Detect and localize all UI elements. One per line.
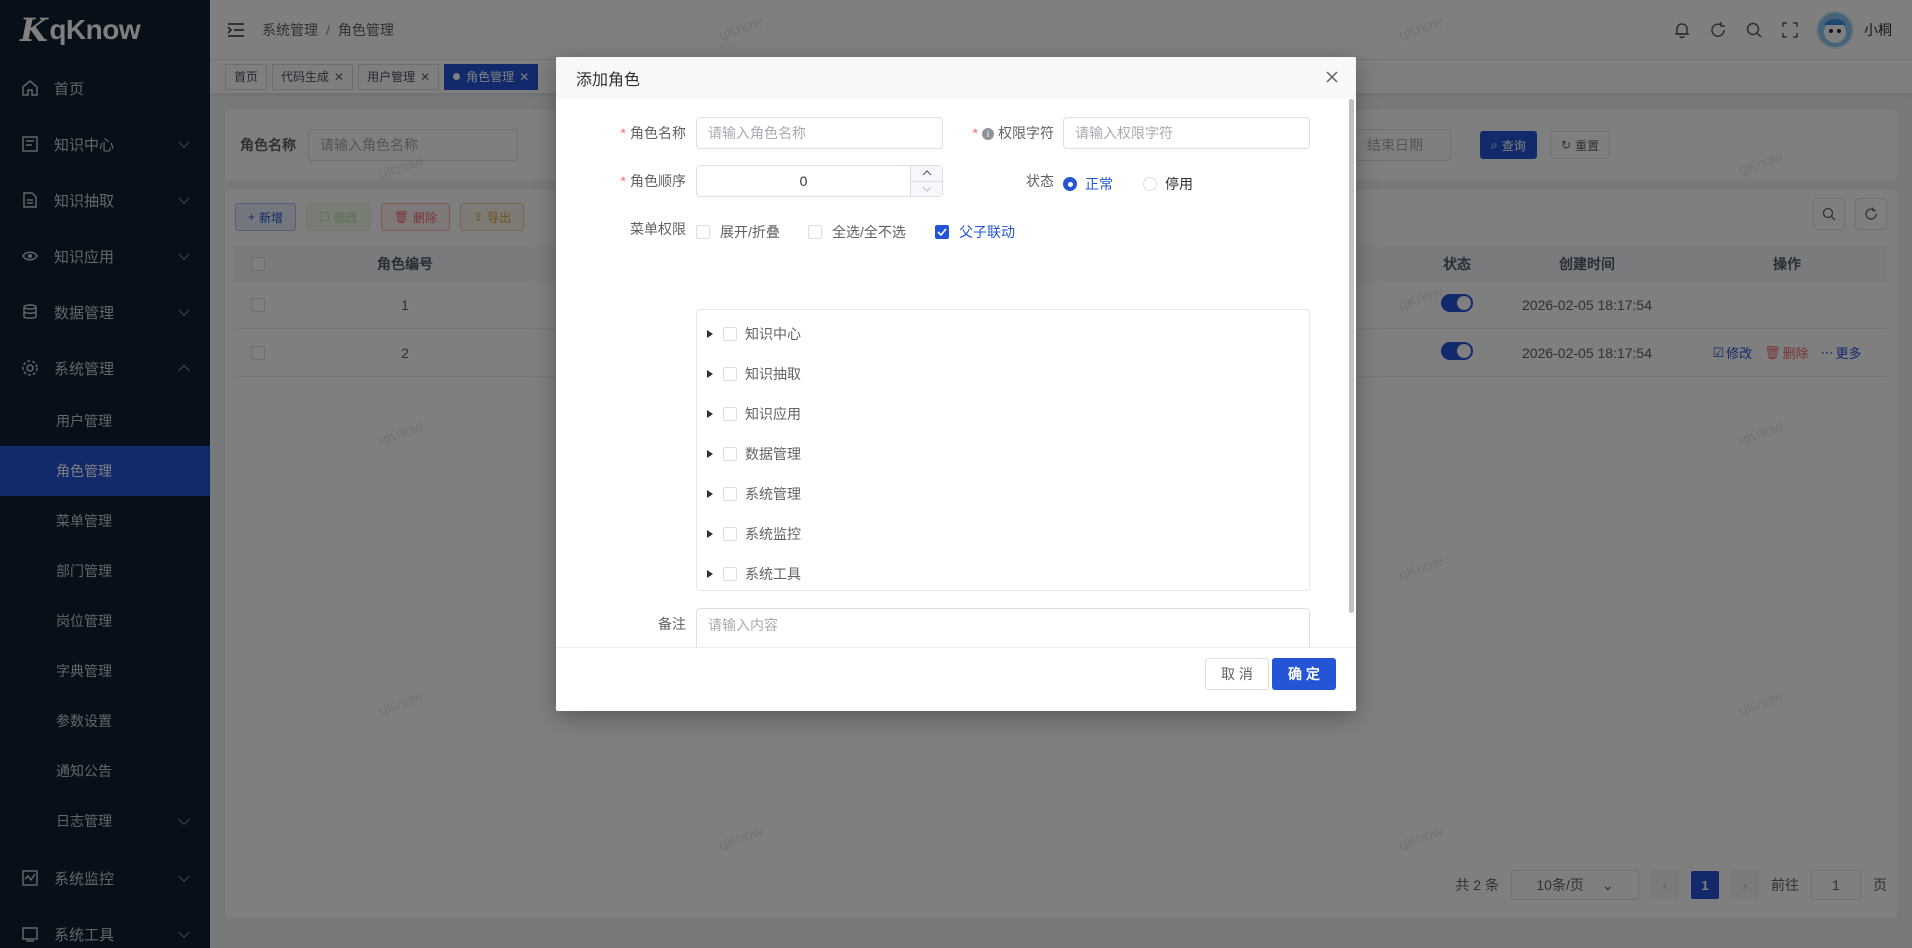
caret-right-icon[interactable] xyxy=(707,410,713,418)
tree-node[interactable]: 系统工具 xyxy=(697,554,1309,594)
tree-checkbox[interactable] xyxy=(723,367,737,381)
radio-indicator xyxy=(1143,177,1157,191)
tree-checkbox[interactable] xyxy=(723,447,737,461)
close-icon[interactable] xyxy=(1324,69,1340,85)
status-normal-radio[interactable]: 正常 xyxy=(1063,174,1113,194)
caret-right-icon[interactable] xyxy=(707,370,713,378)
cancel-button[interactable]: 取 消 xyxy=(1205,658,1269,690)
caret-right-icon[interactable] xyxy=(707,570,713,578)
select-all-checkbox[interactable]: 全选/全不选 xyxy=(808,222,906,242)
menu-perm-label: 菜单权限 xyxy=(630,221,686,237)
checkbox-label: 展开/折叠 xyxy=(720,224,780,240)
tree-node[interactable]: 系统管理 xyxy=(697,474,1309,514)
tree-checkbox[interactable] xyxy=(723,567,737,581)
caret-right-icon[interactable] xyxy=(707,490,713,498)
expand-collapse-checkbox[interactable]: 展开/折叠 xyxy=(696,222,780,242)
dialog-scrollbar[interactable] xyxy=(1349,99,1354,613)
parent-child-linkage-checkbox[interactable]: 父子联动 xyxy=(935,222,1015,242)
radio-indicator xyxy=(1063,177,1077,191)
tree-node[interactable]: 知识应用 xyxy=(697,394,1309,434)
status-label: 状态 xyxy=(1026,173,1054,189)
dialog-title: 添加角色 xyxy=(576,72,641,89)
increase-button[interactable] xyxy=(911,166,942,181)
role-order-stepper[interactable]: 0 xyxy=(696,165,943,197)
chevron-up-icon xyxy=(922,170,931,176)
label-text: 权限字符 xyxy=(998,125,1054,141)
tree-node[interactable]: 数据管理 xyxy=(697,434,1309,474)
radio-label: 正常 xyxy=(1085,176,1113,192)
decrease-button[interactable] xyxy=(911,180,942,196)
role-order-value[interactable]: 0 xyxy=(697,166,910,196)
tree-node[interactable]: 知识抽取 xyxy=(697,354,1309,394)
tree-checkbox[interactable] xyxy=(723,407,737,421)
menu-tree: 知识中心 知识抽取 知识应用 数据管理 系统管理 系统监控 系统工具 xyxy=(696,309,1310,591)
dialog-header: 添加角色 xyxy=(556,57,1356,99)
required-mark: * xyxy=(620,173,626,189)
dialog-footer: 取 消 确 定 xyxy=(556,647,1356,711)
tree-checkbox[interactable] xyxy=(723,487,737,501)
status-disabled-radio[interactable]: 停用 xyxy=(1143,174,1193,194)
confirm-button[interactable]: 确 定 xyxy=(1272,658,1336,690)
caret-right-icon[interactable] xyxy=(707,450,713,458)
caret-right-icon[interactable] xyxy=(707,330,713,338)
caret-right-icon[interactable] xyxy=(707,530,713,538)
checkbox-label: 父子联动 xyxy=(959,224,1015,240)
role-name-label: * 角色名称 xyxy=(596,117,686,149)
role-order-label: * 角色顺序 xyxy=(596,165,686,197)
tree-checkbox[interactable] xyxy=(723,327,737,341)
remark-textarea[interactable]: 请输入内容 xyxy=(696,608,1310,647)
add-role-dialog: 添加角色 * 角色名称 请输入角色名称 * i 权限字符 请输入权限字符 * 角色顺序 … xyxy=(556,57,1356,711)
tree-node-label: 知识应用 xyxy=(745,406,801,422)
perm-label: * i 权限字符 xyxy=(956,117,1054,149)
label-text: 角色顺序 xyxy=(630,173,686,189)
tree-node[interactable]: 系统监控 xyxy=(697,514,1309,554)
chevron-down-icon xyxy=(922,186,931,192)
role-name-input[interactable]: 请输入角色名称 xyxy=(696,117,943,149)
checkbox-box xyxy=(808,225,822,239)
stepper-controls xyxy=(910,166,942,196)
label-text: 角色名称 xyxy=(630,125,686,141)
info-icon[interactable]: i xyxy=(982,128,994,140)
tree-node-label: 系统监控 xyxy=(745,526,801,542)
required-mark: * xyxy=(620,125,626,141)
tree-checkbox[interactable] xyxy=(723,527,737,541)
perm-input[interactable]: 请输入权限字符 xyxy=(1063,117,1310,149)
dialog-body: * 角色名称 请输入角色名称 * i 权限字符 请输入权限字符 * 角色顺序 0 状态 … xyxy=(556,99,1356,647)
tree-node-label: 知识中心 xyxy=(745,326,801,342)
radio-label: 停用 xyxy=(1165,176,1193,192)
tree-node-label: 知识抽取 xyxy=(745,366,801,382)
required-mark: * xyxy=(972,125,978,141)
remark-label: 备注 xyxy=(658,616,686,632)
tree-node-label: 数据管理 xyxy=(745,446,801,462)
app-root: K qKnow 首页 知识中心 知识抽取 知识应用 数据管理 xyxy=(0,0,1912,948)
checkbox-label: 全选/全不选 xyxy=(832,224,906,240)
checkbox-box xyxy=(696,225,710,239)
check-icon xyxy=(935,225,949,239)
tree-node[interactable]: 知识中心 xyxy=(697,314,1309,354)
tree-node-label: 系统管理 xyxy=(745,486,801,502)
tree-node-label: 系统工具 xyxy=(745,566,801,582)
